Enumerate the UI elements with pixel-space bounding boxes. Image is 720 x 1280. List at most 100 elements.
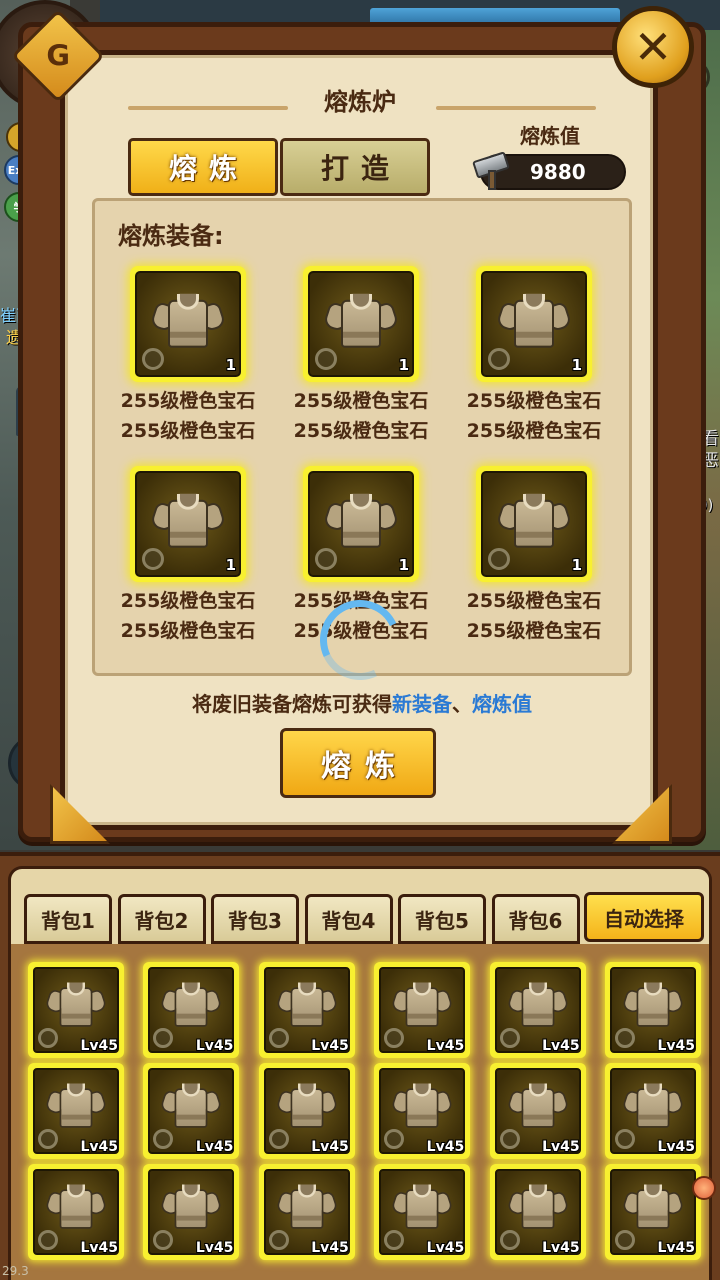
floating-orb-icon[interactable] xyxy=(692,1176,716,1200)
robe-icon xyxy=(275,1183,339,1234)
gem-socket-icon xyxy=(499,1230,520,1250)
slot-count: 1 xyxy=(398,556,409,574)
bag-item-slot[interactable]: Lv45 xyxy=(143,962,240,1058)
gem-socket-icon xyxy=(488,548,510,570)
robe-icon xyxy=(44,981,108,1032)
robe-icon xyxy=(322,492,400,554)
item-level: Lv45 xyxy=(311,1038,349,1054)
smelt-slot[interactable]: 1 xyxy=(130,466,246,582)
smelt-equipment-title: 熔炼装备: xyxy=(118,222,224,250)
bag-tab-4[interactable]: 背包4 xyxy=(304,894,393,944)
bag-item-slot[interactable]: Lv45 xyxy=(489,1063,586,1159)
slot-name-line2: 255级橙色宝石 xyxy=(120,620,256,642)
item-level: Lv45 xyxy=(80,1240,118,1256)
item-level: Lv45 xyxy=(311,1139,349,1155)
item-level: Lv45 xyxy=(80,1139,118,1155)
slot-name-line2: 255级橙色宝石 xyxy=(466,420,602,442)
bag-item-slot[interactable]: Lv45 xyxy=(489,962,586,1058)
item-level: Lv45 xyxy=(426,1038,465,1054)
hint-prefix: 将废旧装备熔炼可获得 xyxy=(192,692,392,716)
robe-icon xyxy=(159,1082,223,1133)
hint-new-equipment: 新装备 xyxy=(392,692,452,716)
slot-name-line1: 255级橙色宝石 xyxy=(466,590,602,612)
gem-socket-icon xyxy=(268,1129,289,1149)
slot-name-line2: 255级橙色宝石 xyxy=(120,420,256,442)
smelt-value: 9880 xyxy=(530,160,586,184)
robe-icon xyxy=(390,1183,454,1234)
item-level: Lv45 xyxy=(542,1139,580,1155)
bag-item-slot[interactable]: Lv45 xyxy=(28,962,124,1058)
bag-item-slot[interactable]: Lv45 xyxy=(605,1063,701,1159)
item-level: Lv45 xyxy=(195,1038,234,1054)
gem-socket-icon xyxy=(38,1230,58,1250)
item-level: Lv45 xyxy=(657,1139,695,1155)
slot-name-line1: 255级橙色宝石 xyxy=(120,390,256,412)
gem-socket-icon xyxy=(268,1028,289,1048)
robe-icon xyxy=(44,1082,108,1133)
robe-icon xyxy=(390,981,454,1032)
smelt-slot[interactable]: 1 xyxy=(476,266,592,382)
tab-smelt[interactable]: 熔炼 xyxy=(128,138,278,196)
gem-socket-icon xyxy=(499,1028,520,1048)
panel-title-row: 熔炼炉 xyxy=(120,82,600,122)
gem-socket-icon xyxy=(315,548,337,570)
slot-name-line1: 255级橙色宝石 xyxy=(120,590,256,612)
bag-tab-2[interactable]: 背包2 xyxy=(117,894,206,944)
hammer-icon xyxy=(470,150,512,192)
gem-socket-icon xyxy=(499,1129,520,1149)
bag-item-slot[interactable]: Lv45 xyxy=(605,962,701,1058)
bag-tab-5[interactable]: 背包5 xyxy=(398,894,486,944)
bag-item-slot[interactable]: Lv45 xyxy=(374,962,471,1058)
smelt-button[interactable]: 熔炼 xyxy=(280,728,436,798)
smelt-hint: 将废旧装备熔炼可获得新装备、熔炼值 xyxy=(92,688,632,717)
bag-tab-1[interactable]: 背包1 xyxy=(24,894,112,944)
bag-item-slot[interactable]: Lv45 xyxy=(489,1164,586,1260)
item-level: Lv45 xyxy=(311,1240,349,1256)
item-level: Lv45 xyxy=(542,1038,580,1054)
smelt-slot[interactable]: 1 xyxy=(130,266,246,382)
item-level: Lv45 xyxy=(657,1038,695,1054)
panel-title: 熔炼炉 xyxy=(324,88,396,116)
gem-socket-icon xyxy=(315,348,337,370)
bag-item-slot[interactable]: Lv45 xyxy=(28,1164,124,1260)
tab-forge[interactable]: 打造 xyxy=(280,138,430,196)
smelt-slot[interactable]: 1 xyxy=(303,466,419,582)
robe-icon xyxy=(275,981,339,1032)
bag-item-slot[interactable]: Lv45 xyxy=(374,1063,471,1159)
item-level: Lv45 xyxy=(426,1139,465,1155)
item-level: Lv45 xyxy=(195,1139,234,1155)
gem-socket-icon xyxy=(142,348,164,370)
robe-icon xyxy=(621,1183,685,1234)
robe-icon xyxy=(621,981,685,1032)
hint-separator: 、 xyxy=(452,692,472,716)
slot-name-line2: 255级橙色宝石 xyxy=(466,620,602,642)
robe-icon xyxy=(495,492,573,554)
gem-socket-icon xyxy=(142,548,164,570)
smelt-slot[interactable]: 1 xyxy=(476,466,592,582)
gem-socket-icon xyxy=(615,1028,635,1048)
close-button[interactable]: ✕ xyxy=(612,6,694,88)
gem-socket-icon xyxy=(268,1230,289,1250)
bag-item-slot[interactable]: Lv45 xyxy=(605,1164,701,1260)
gem-socket-icon xyxy=(38,1129,58,1149)
smelt-value-label: 熔炼值 xyxy=(520,124,580,148)
auto-select-button[interactable]: 自动选择 xyxy=(584,892,704,942)
bag-item-slot[interactable]: Lv45 xyxy=(258,1164,355,1260)
smelt-slot[interactable]: 1 xyxy=(303,266,419,382)
bag-item-slot[interactable]: Lv45 xyxy=(143,1164,240,1260)
robe-icon xyxy=(149,492,227,554)
robe-icon xyxy=(506,1183,570,1234)
slot-name-line1: 255级橙色宝石 xyxy=(466,390,602,412)
robe-icon xyxy=(390,1082,454,1133)
bag-item-slot[interactable]: Lv45 xyxy=(143,1063,240,1159)
bag-tab-3[interactable]: 背包3 xyxy=(211,894,299,944)
bag-tab-6[interactable]: 背包6 xyxy=(491,894,580,944)
bag-item-slot[interactable]: Lv45 xyxy=(258,1063,355,1159)
robe-icon xyxy=(506,981,570,1032)
bag-item-slot[interactable]: Lv45 xyxy=(374,1164,471,1260)
item-level: Lv45 xyxy=(542,1240,580,1256)
fps-counter: 29.3 xyxy=(2,1264,29,1278)
bag-item-slot[interactable]: Lv45 xyxy=(28,1063,124,1159)
slot-count: 1 xyxy=(225,556,236,574)
bag-item-slot[interactable]: Lv45 xyxy=(258,962,355,1058)
